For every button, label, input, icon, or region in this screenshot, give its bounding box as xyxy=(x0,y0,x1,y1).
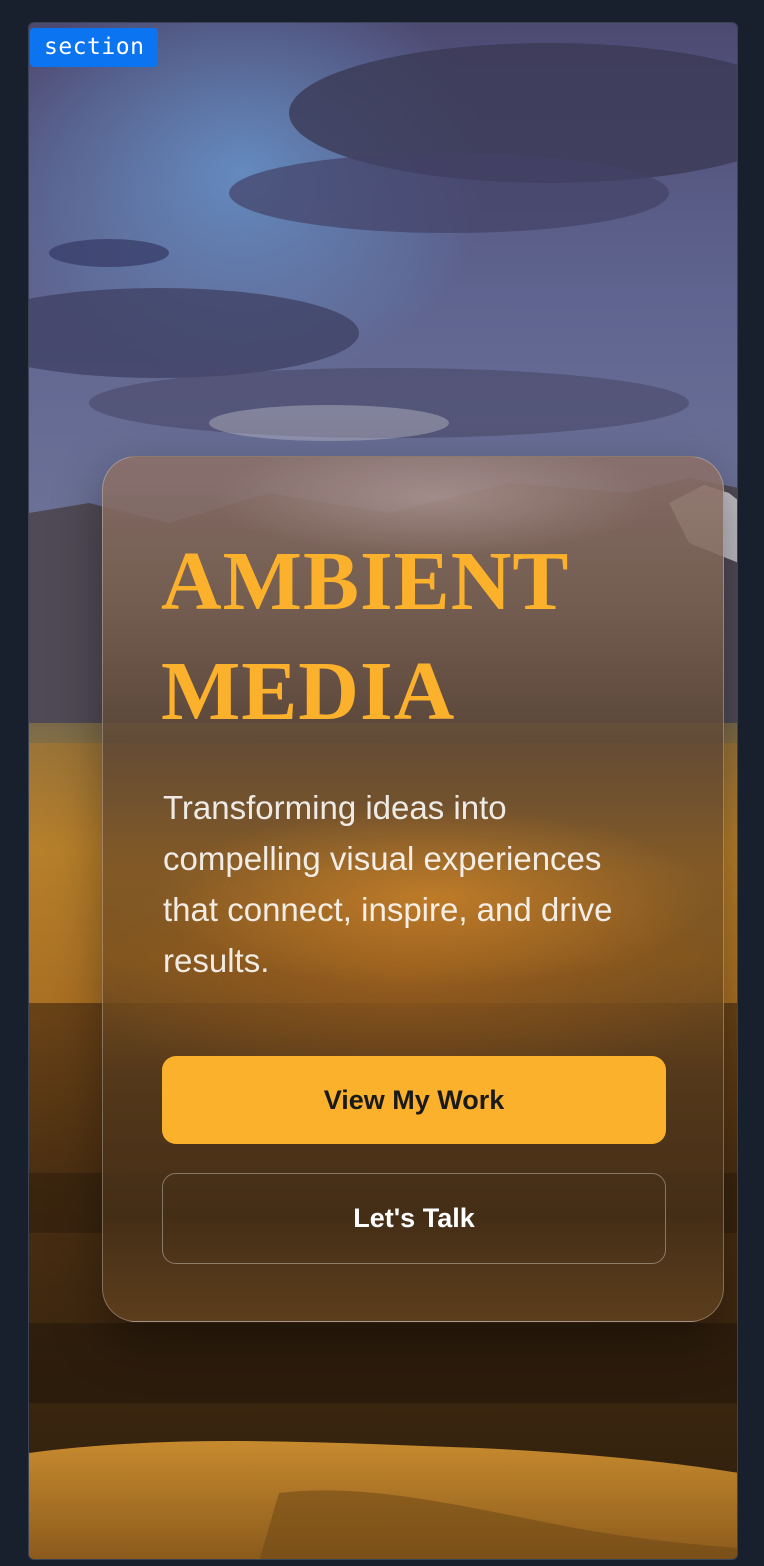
hero-title-line-2: MEDIA xyxy=(161,645,456,738)
view-my-work-button[interactable]: View My Work xyxy=(162,1056,666,1144)
lets-talk-button[interactable]: Let's Talk xyxy=(162,1173,666,1264)
hero-section: AMBIENT MEDIA Transforming ideas into co… xyxy=(28,22,738,1560)
hero-card: AMBIENT MEDIA Transforming ideas into co… xyxy=(102,456,724,1322)
section-badge: section xyxy=(30,28,159,67)
hero-title-line-1: AMBIENT xyxy=(161,535,570,628)
hero-title: AMBIENT MEDIA xyxy=(161,527,569,747)
hero-subtitle: Transforming ideas into compelling visua… xyxy=(163,789,613,979)
